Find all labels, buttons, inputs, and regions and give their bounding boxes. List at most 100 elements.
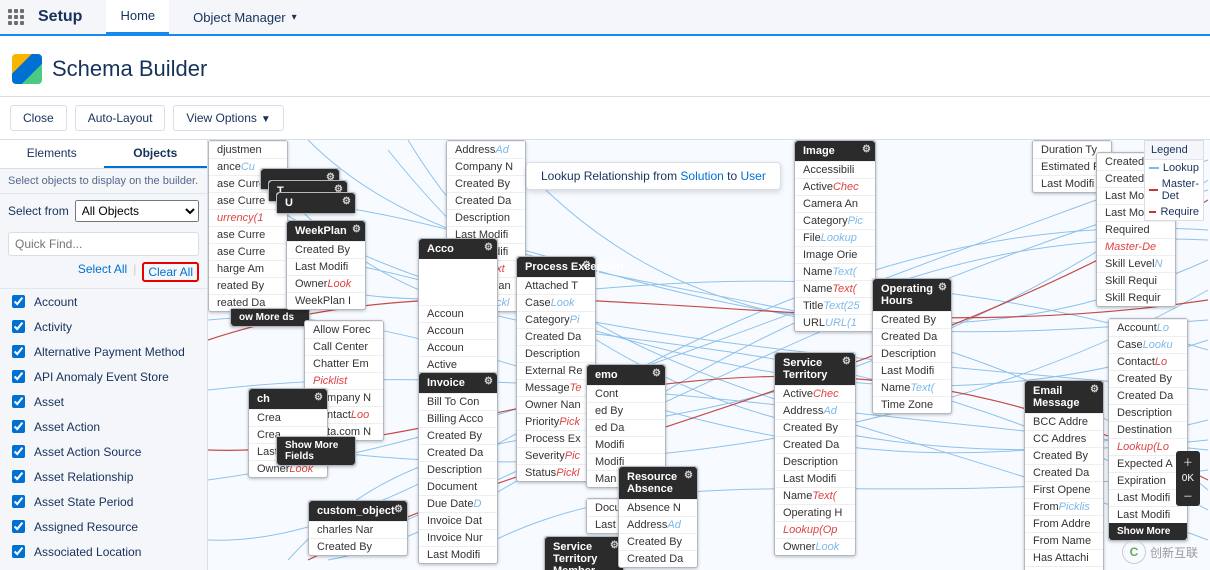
show-more-label: ow More ds [231, 309, 309, 326]
select-from-dropdown[interactable]: All Objects [75, 200, 199, 222]
checkbox[interactable] [12, 345, 25, 358]
zoom-level: 0K [1178, 472, 1198, 485]
sidebar-hint: Select objects to display on the builder… [0, 169, 207, 194]
object-card-fragment[interactable]: djustmen anceCu ase Curre ase Curre urre… [208, 140, 288, 312]
zoom-in-button[interactable]: ＋ [1179, 453, 1197, 470]
list-item[interactable]: Asset Action Source [0, 439, 207, 464]
gear-icon[interactable]: ⚙ [582, 260, 591, 271]
gear-icon[interactable]: ⚙ [842, 356, 851, 367]
checkbox[interactable] [12, 420, 25, 433]
schema-canvas[interactable]: djustmen anceCu ase Curre ase Curre urre… [208, 140, 1210, 570]
watermark-text: 创新互联 [1150, 544, 1198, 561]
zoom-control[interactable]: ＋ 0K － [1176, 451, 1200, 506]
checkbox[interactable] [12, 295, 25, 308]
tab-elements[interactable]: Elements [0, 140, 104, 168]
object-card-process-exception[interactable]: Process Exception⚙ Attached T CaseLook C… [516, 256, 596, 482]
select-from-row: Select from All Objects [0, 194, 207, 228]
gear-icon[interactable]: ⚙ [938, 282, 947, 293]
list-item[interactable]: Associated Location [0, 539, 207, 564]
list-item-label: Asset [34, 395, 64, 409]
show-more-label[interactable]: Show More [1109, 523, 1187, 540]
list-item[interactable]: API Anomaly Event Store [0, 364, 207, 389]
select-links: Select All | Clear All [0, 260, 207, 288]
gear-icon[interactable]: ⚙ [342, 196, 351, 207]
checkbox[interactable] [12, 495, 25, 508]
card-header[interactable]: WeekPlan⚙ [287, 221, 365, 241]
checkbox[interactable] [12, 545, 25, 558]
checkbox[interactable] [12, 370, 25, 383]
checkbox[interactable] [12, 470, 25, 483]
quick-find-input[interactable] [8, 232, 199, 256]
list-item[interactable]: Account [0, 289, 207, 314]
list-item[interactable]: Activity [0, 314, 207, 339]
relationship-tooltip: Lookup Relationship from Solution to Use… [526, 162, 781, 190]
object-card-email-message[interactable]: Email Message⚙ BCC Addre CC Addres Creat… [1024, 380, 1104, 570]
list-item[interactable]: Asset Relationship [0, 464, 207, 489]
list-item[interactable]: Alternative Payment Method [0, 339, 207, 364]
list-item-label: Asset State Period [34, 495, 133, 509]
sidebar: Elements Objects Select objects to displ… [0, 140, 208, 570]
close-button[interactable]: Close [10, 105, 67, 131]
list-item[interactable]: Authorization Form [0, 564, 207, 570]
app-launcher-icon[interactable] [8, 9, 24, 25]
legend-panel: Legend Lookup Master-Det Require [1144, 140, 1204, 221]
field-row: WeekPlan I [287, 292, 365, 309]
object-card-service-territory-member[interactable]: Service Territory Member⚙ [544, 536, 624, 570]
checkbox[interactable] [12, 395, 25, 408]
object-card-weekplan[interactable]: WeekPlan⚙ Created By Last Modifi OwnerLo… [286, 220, 366, 310]
legend-row: Lookup [1145, 160, 1203, 176]
list-item-label: Asset Action [34, 420, 100, 434]
list-item[interactable]: Assigned Resource [0, 514, 207, 539]
list-item-label: Activity [34, 320, 72, 334]
nav-tab-home[interactable]: Home [106, 0, 169, 35]
show-more-pill[interactable]: ow More ds [230, 308, 310, 327]
toolbar: Close Auto-Layout View Options▼ [0, 97, 1210, 140]
list-item[interactable]: Asset State Period [0, 489, 207, 514]
object-card-fragment[interactable]: AccountLo CaseLooku ContactLo Created By… [1108, 318, 1188, 541]
gear-icon[interactable]: ⚙ [352, 224, 361, 235]
gear-icon[interactable]: ⚙ [1090, 384, 1099, 395]
tooltip-link-user[interactable]: User [740, 169, 765, 183]
gear-icon[interactable]: ⚙ [862, 144, 871, 155]
list-item[interactable]: Asset Action [0, 414, 207, 439]
object-card-invoice[interactable]: Invoice⚙ Bill To Con Billing Acco Create… [418, 372, 498, 564]
list-item-label: Asset Relationship [34, 470, 133, 484]
gear-icon[interactable]: ⚙ [484, 376, 493, 387]
show-more-pill[interactable]: Show More Fields [276, 436, 356, 466]
checkbox[interactable] [12, 445, 25, 458]
zoom-out-button[interactable]: － [1179, 487, 1197, 504]
list-item[interactable]: Asset [0, 389, 207, 414]
tooltip-link-solution[interactable]: Solution [680, 169, 723, 183]
object-card-image[interactable]: Image⚙ Accessibili ActiveChec Camera An … [794, 140, 876, 332]
legend-title: Legend [1145, 141, 1203, 160]
tab-objects[interactable]: Objects [104, 140, 208, 168]
checkbox[interactable] [12, 520, 25, 533]
view-options-label: View Options [186, 111, 256, 125]
gear-icon[interactable]: ⚙ [684, 470, 693, 481]
watermark: C 创新互联 [1122, 540, 1198, 564]
list-item-label: Alternative Payment Method [34, 345, 185, 359]
checkbox[interactable] [12, 320, 25, 333]
gear-icon[interactable]: ⚙ [652, 368, 661, 379]
field-row: djustmen [209, 141, 287, 158]
gear-icon[interactable]: ⚙ [314, 392, 323, 403]
sidebar-tabs: Elements Objects [0, 140, 207, 169]
object-list: Account Activity Alternative Payment Met… [0, 288, 207, 570]
clear-all-highlight: Clear All [142, 262, 199, 282]
nav-tab-object-manager[interactable]: Object Manager▾ [179, 0, 311, 35]
list-item-label: Asset Action Source [34, 445, 141, 459]
legend-row: Require [1145, 204, 1203, 220]
gear-icon[interactable]: ⚙ [484, 242, 493, 253]
clear-all-link[interactable]: Clear All [148, 265, 193, 279]
page-title: Schema Builder [52, 56, 207, 82]
select-all-link[interactable]: Select All [78, 262, 127, 282]
object-card-resource-absence[interactable]: Resource Absence⚙ Absence N AddressAd Cr… [618, 466, 698, 568]
gear-icon[interactable]: ⚙ [394, 504, 403, 515]
object-card-service-territory[interactable]: Service Territory⚙ ActiveChec AddressAd … [774, 352, 856, 556]
object-card-account[interactable]: Acco⚙ Accoun Accoun Accoun Active [418, 238, 498, 374]
object-card-custom[interactable]: custom_object⚙ charles Nar Created By [308, 500, 408, 556]
auto-layout-button[interactable]: Auto-Layout [75, 105, 166, 131]
view-options-button[interactable]: View Options▼ [173, 105, 283, 131]
object-card-stack[interactable]: U⚙ [276, 192, 356, 214]
object-card-operating-hours[interactable]: Operating Hours⚙ Created By Created Da D… [872, 278, 952, 414]
